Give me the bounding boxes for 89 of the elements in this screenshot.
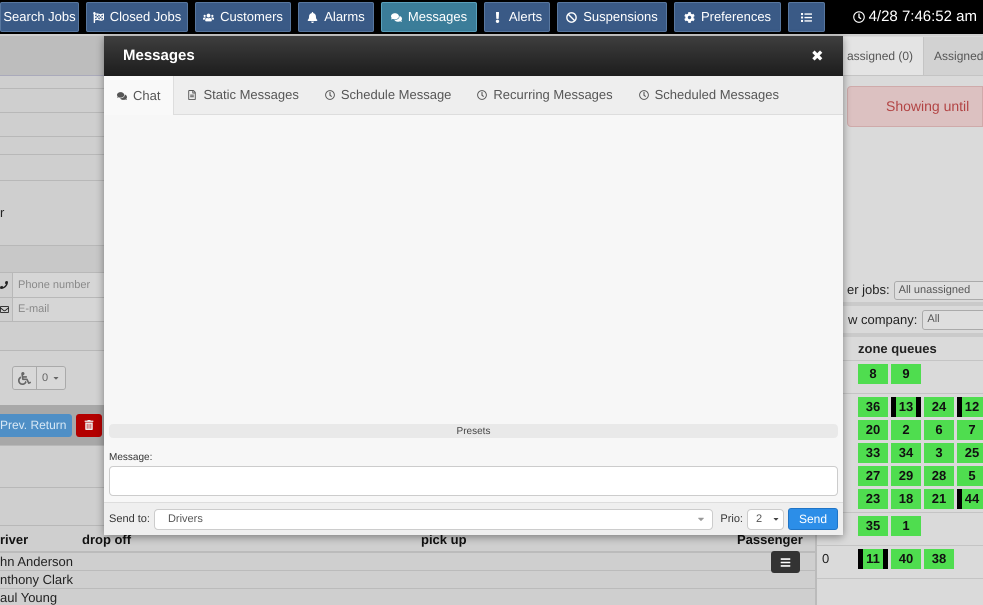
tab[interactable]: Assigned — [924, 37, 983, 75]
settings-icon — [684, 12, 695, 22]
clock-text: 4/28 7:46:52 am — [868, 6, 977, 27]
dialog-title: Messages — [123, 46, 195, 66]
company-select[interactable]: All — [922, 310, 983, 330]
nav-button[interactable]: Preferences — [674, 2, 781, 32]
zone-tile[interactable]: 20 — [858, 420, 888, 440]
dropdown-icon — [772, 515, 780, 523]
zone-tile[interactable]: 33 — [858, 443, 888, 463]
filter-select[interactable]: All unassigned — [894, 280, 983, 300]
nav-button[interactable]: Messages — [381, 2, 477, 32]
message-label: Message: — [109, 451, 154, 465]
menu-button[interactable] — [771, 551, 800, 573]
alert-banner: Showing until — [847, 86, 983, 127]
field-label: r — [0, 204, 4, 222]
wheelchair-select[interactable]: 0 — [12, 366, 66, 390]
column-header: Passenger — [737, 530, 804, 549]
zone-tile[interactable]: 23 — [858, 489, 888, 509]
clock-icon — [324, 90, 335, 100]
zone-queues-header: zone queues — [858, 340, 937, 358]
row-label: 0 — [822, 551, 830, 566]
dialog-tab[interactable]: Static Messages — [174, 76, 312, 114]
delete-button[interactable] — [76, 414, 102, 436]
message-field[interactable] — [109, 466, 838, 496]
nav-button[interactable]: Alerts — [484, 2, 550, 32]
zone-tile[interactable]: 5 — [957, 466, 983, 486]
nav-button[interactable]: Alarms — [298, 2, 374, 32]
list-icon — [801, 12, 812, 22]
zone-tile[interactable]: 18 — [891, 489, 921, 509]
zone-tile[interactable]: 34 — [891, 443, 921, 463]
table-cell: nthony Clark — [0, 572, 73, 587]
dialog-tab[interactable]: Schedule Message — [312, 76, 464, 114]
company-label: w company: — [848, 310, 918, 329]
zone-tile[interactable]: 29 — [891, 466, 921, 486]
clock-icon — [852, 11, 865, 23]
nav-button[interactable]: Suspensions — [557, 2, 667, 32]
dialog-tab[interactable]: Scheduled Messages — [626, 76, 792, 114]
zone-tile[interactable]: 25 — [957, 443, 983, 463]
wheelchair-icon — [18, 372, 31, 384]
zone-tile[interactable]: 24 — [924, 397, 954, 417]
zone-tile[interactable]: 2 — [891, 420, 921, 440]
chat-icon — [390, 12, 402, 22]
prio-label: Prio: — [720, 512, 743, 527]
zone-tile[interactable]: 36 — [858, 397, 888, 417]
zone-tile[interactable]: 38 — [924, 549, 954, 569]
table-cell: hn Anderson — [0, 554, 74, 569]
nav-button[interactable] — [788, 2, 825, 32]
zone-tile[interactable]: 3 — [924, 443, 954, 463]
zone-tile[interactable]: 11 — [858, 549, 888, 569]
zone-tile[interactable]: 40 — [891, 549, 921, 569]
ban-icon — [566, 12, 578, 22]
users-icon — [203, 12, 214, 22]
send-to-select[interactable]: Drivers — [154, 508, 714, 530]
presets-bar[interactable]: Presets — [109, 424, 838, 438]
caret-icon — [52, 374, 60, 382]
document-icon — [187, 90, 198, 100]
nav-button[interactable]: Customers — [195, 2, 291, 32]
zone-tile[interactable]: 8 — [858, 364, 888, 384]
zone-tile[interactable]: 12 — [957, 397, 983, 417]
zone-tile[interactable]: 9 — [891, 364, 921, 384]
column-header: drop off — [82, 530, 132, 549]
zone-tile[interactable]: 35 — [858, 516, 888, 536]
zone-tile[interactable]: 27 — [858, 466, 888, 486]
chat-icon — [117, 90, 127, 100]
zone-tile[interactable]: 6 — [924, 420, 954, 440]
dialog-tab[interactable]: Chat — [104, 76, 174, 115]
zone-tile[interactable]: 44 — [957, 489, 983, 509]
menu-icon — [780, 556, 791, 568]
email-icon — [0, 305, 9, 314]
column-header: pick up — [421, 530, 468, 549]
prio-select[interactable]: 2 — [747, 508, 784, 530]
flag-icon — [92, 12, 104, 22]
zone-tile[interactable]: 1 — [891, 516, 921, 536]
zone-tile[interactable]: 21 — [924, 489, 954, 509]
column-header: river — [0, 530, 30, 548]
bell-icon — [307, 12, 318, 22]
filter-label: er jobs: — [847, 281, 890, 300]
dialog-tab[interactable]: Recurring Messages — [464, 76, 626, 114]
trash-icon — [84, 420, 94, 430]
zone-tile[interactable]: 7 — [957, 420, 983, 440]
phone-icon — [0, 281, 8, 289]
send-to-label: Send to: — [109, 512, 150, 527]
table-cell: aul Young — [0, 590, 58, 605]
nav-button[interactable]: Search Jobs — [0, 2, 79, 32]
zone-tile[interactable]: 13 — [891, 397, 921, 417]
clock-icon — [638, 90, 649, 100]
zone-tile[interactable]: 28 — [924, 466, 954, 486]
nav-button[interactable]: Closed Jobs — [86, 2, 188, 32]
clock-icon — [477, 90, 488, 100]
